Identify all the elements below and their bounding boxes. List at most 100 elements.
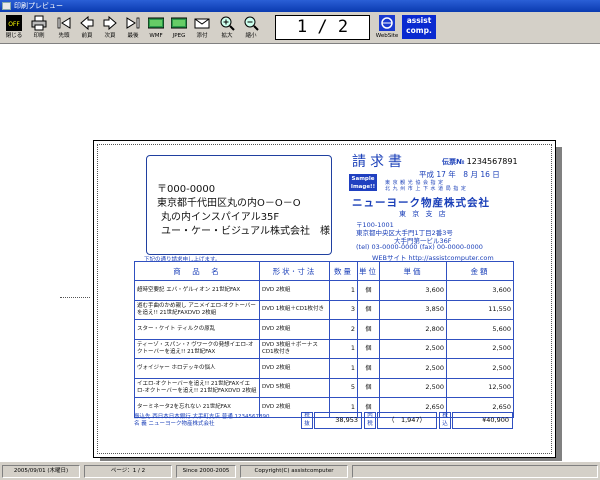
wmf-icon <box>148 17 164 29</box>
prev-icon <box>80 15 94 31</box>
off-icon: OFF <box>6 15 22 31</box>
recipient-postal: 〒000-0000 <box>157 184 216 195</box>
cell-name: イエロ-オクトーバーを追え!! 21世紀FAXイエロ-オクトーバーを追え!! 2… <box>134 377 260 398</box>
status-since: Since 2000-2005 <box>176 465 236 478</box>
cell-qty: 1 <box>329 280 358 301</box>
tax-label: 内税 <box>364 412 376 429</box>
next-page-button[interactable]: 次頁 <box>99 14 121 42</box>
globe-icon <box>379 15 395 31</box>
prev-page-button[interactable]: 前頁 <box>76 14 98 42</box>
cell-unit: 個 <box>357 299 380 320</box>
cell-amount: 3,600 <box>446 280 514 301</box>
status-copyright: Copyright(C) assistcomputer <box>240 465 348 478</box>
app-icon <box>2 2 11 10</box>
jpeg-button[interactable]: JPEG <box>168 14 190 42</box>
total-value: ¥40,900 <box>452 412 513 429</box>
attach-icon <box>194 18 210 29</box>
subtotal-label: 税抜 <box>301 412 313 429</box>
address-box: 〒000-0000 東京都千代田区丸の内O－O－O 丸の内インスパイアル35F … <box>146 155 332 255</box>
window-title: 印刷プレビュー <box>14 2 63 10</box>
designation-line-2: 北 九 州 市 上 下 水 道 局 指 定 <box>385 186 467 192</box>
cell-qty: 1 <box>329 338 358 359</box>
cell-qty: 2 <box>329 319 358 340</box>
last-icon <box>126 17 140 29</box>
cell-name: ヴォイジャー ホロデッキの悩人 <box>134 358 260 379</box>
invoice-page: 〒000-0000 東京都千代田区丸の内O－O－O 丸の内インスパイアル35F … <box>93 140 556 458</box>
cell-spec: DVD 2枚組 <box>259 280 330 301</box>
table-row: ティーゾ・スパン・? ヴワークの発想イエロ-オクトーバーを追え!! 21世紀FA… <box>134 338 514 359</box>
cell-amount: 11,550 <box>446 299 514 320</box>
fold-mark <box>60 297 90 298</box>
cell-unit: 個 <box>357 358 380 379</box>
print-button[interactable]: 印刷 <box>28 14 50 42</box>
table-header-row: 商 品 名 形状･寸法 数量 単位 単価 金額 <box>134 261 514 281</box>
cell-spec: DVD 2枚組 <box>259 319 330 340</box>
cell-spec: DVD 5枚組 <box>259 377 330 398</box>
cell-price: 3,600 <box>379 280 447 301</box>
cell-unit: 個 <box>357 377 380 398</box>
recipient-address-1: 東京都千代田区丸の内O－O－O <box>157 198 301 209</box>
branch-name: 東 京 支 店 <box>399 210 448 218</box>
svg-text:OFF: OFF <box>8 21 20 28</box>
header-amount: 金額 <box>446 261 514 281</box>
close-button[interactable]: OFF 閉じる <box>3 14 25 42</box>
last-page-button[interactable]: 最後 <box>122 14 144 42</box>
total-label: 税込 <box>439 412 451 429</box>
website-button[interactable]: WebSite <box>374 14 400 42</box>
cell-name: 遊む手曲のかめ親し アニメイエロ-オクトーバーを追え!! 21世紀FAXDVD … <box>134 299 260 320</box>
cell-qty: 3 <box>329 299 358 320</box>
cell-unit: 個 <box>357 319 380 340</box>
cell-amount: 5,600 <box>446 319 514 340</box>
preview-canvas[interactable]: 〒000-0000 東京都千代田区丸の内O－O－O 丸の内インスパイアル35F … <box>0 45 600 465</box>
items-table: 商 品 名 形状･寸法 数量 単位 単価 金額 超時空要記 エバ・ゲルィオン 2… <box>134 261 514 418</box>
header-price: 単価 <box>379 261 447 281</box>
status-bar: 2005/09/01 (木曜日) ページ：1 / 2 Since 2000-20… <box>0 461 600 480</box>
table-row: スター・ケイト ティルクの原乱 DVD 2枚組 2 個 2,800 5,600 <box>134 319 514 340</box>
first-page-button[interactable]: 先頭 <box>53 14 75 42</box>
next-icon <box>103 15 117 31</box>
cell-unit: 個 <box>357 338 380 359</box>
cell-qty: 5 <box>329 377 358 398</box>
cell-amount: 2,500 <box>446 338 514 359</box>
table-row: 超時空要記 エバ・ゲルィオン 21世紀FAX DVD 2枚組 1 個 3,600 3,60… <box>134 280 514 301</box>
cell-qty: 1 <box>329 358 358 379</box>
cell-price: 3,850 <box>379 299 447 320</box>
cell-amount: 12,500 <box>446 377 514 398</box>
table-row: イエロ-オクトーバーを追え!! 21世紀FAXイエロ-オクトーバーを追え!! 2… <box>134 377 514 398</box>
cell-spec: DVD 2枚組 <box>259 358 330 379</box>
cell-price: 2,500 <box>379 377 447 398</box>
wmf-button[interactable]: WMF <box>145 14 167 42</box>
header-qty: 数量 <box>329 261 358 281</box>
cell-name: ティーゾ・スパン・? ヴワークの発想イエロ-オクトーバーを追え!! 21世紀FA… <box>134 338 260 359</box>
recipient-address-2: 丸の内インスパイアル35F <box>161 212 280 223</box>
table-row: 遊む手曲のかめ親し アニメイエロ-オクトーバーを追え!! 21世紀FAXDVD … <box>134 299 514 320</box>
header-spec: 形状･寸法 <box>259 261 330 281</box>
cell-unit: 個 <box>357 280 380 301</box>
jpeg-icon <box>171 17 187 29</box>
zoom-out-button[interactable]: 縮小 <box>240 14 262 42</box>
cell-price: 2,500 <box>379 358 447 379</box>
header-unit: 単位 <box>357 261 380 281</box>
company-name: ニューヨーク物産株式会社 <box>352 197 490 209</box>
invoice-title: 請求書 <box>352 154 406 170</box>
company-tel-fax: (tel) 03-0000-0000 (fax) 00-0000-0000 <box>356 243 483 251</box>
cell-name: スター・ケイト ティルクの原乱 <box>134 319 260 340</box>
tax-value: （ 1,947） <box>377 412 437 429</box>
status-empty <box>352 465 598 478</box>
subtotal-value: 38,953 <box>314 412 362 429</box>
assist-logo-button[interactable]: assist comp. <box>402 15 436 39</box>
zoom-in-icon <box>220 16 235 31</box>
recipient-name: ユー・ケー・ビジュアル株式会社 様 <box>161 226 330 237</box>
cell-amount: 2,500 <box>446 358 514 379</box>
table-row: ヴォイジャー ホロデッキの悩人 DVD 2枚組 1 個 2,500 2,500 <box>134 358 514 379</box>
zoom-out-icon <box>244 16 259 31</box>
cell-name: 超時空要記 エバ・ゲルィオン 21世紀FAX <box>134 280 260 301</box>
bank-info: 振込先 西日本日本銀行 大手町支店 普通 1234567890 名 義 ニューヨ… <box>134 414 270 427</box>
first-icon <box>57 17 71 29</box>
zoom-in-button[interactable]: 拡大 <box>216 14 238 42</box>
window-titlebar: 印刷プレビュー <box>0 0 600 12</box>
printer-icon <box>31 15 47 31</box>
attach-button[interactable]: 添付 <box>191 14 213 42</box>
cell-price: 2,500 <box>379 338 447 359</box>
slip-number: 伝票№ 1234567891 <box>442 157 518 166</box>
